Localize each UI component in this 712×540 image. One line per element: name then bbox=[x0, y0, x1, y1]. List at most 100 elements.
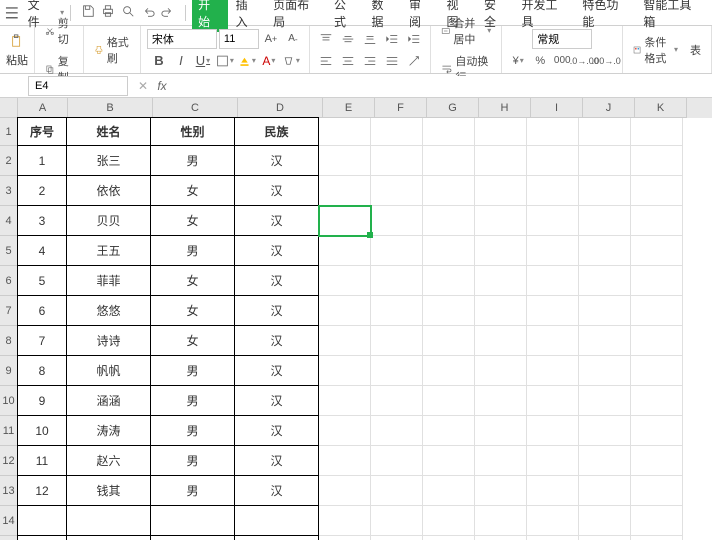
decrease-indent-icon[interactable] bbox=[382, 29, 402, 49]
cell[interactable]: 男 bbox=[150, 385, 235, 416]
col-header-H[interactable]: H bbox=[479, 98, 531, 118]
cell[interactable] bbox=[423, 386, 475, 416]
row-header-10[interactable]: 10 bbox=[0, 386, 18, 416]
cell[interactable] bbox=[631, 536, 683, 540]
cell[interactable] bbox=[319, 236, 371, 266]
row-header-7[interactable]: 7 bbox=[0, 296, 18, 326]
decrease-font-icon[interactable]: A- bbox=[283, 29, 303, 49]
cell[interactable] bbox=[579, 476, 631, 506]
cell[interactable] bbox=[423, 326, 475, 356]
table-style-button[interactable]: 表 bbox=[686, 40, 705, 60]
cell[interactable] bbox=[423, 356, 475, 386]
cell[interactable] bbox=[371, 476, 423, 506]
cell[interactable] bbox=[319, 296, 371, 326]
cell[interactable] bbox=[371, 176, 423, 206]
cell[interactable] bbox=[579, 506, 631, 536]
cell[interactable] bbox=[527, 326, 579, 356]
cell[interactable] bbox=[527, 506, 579, 536]
col-header-C[interactable]: C bbox=[153, 98, 238, 118]
justify-icon[interactable] bbox=[382, 51, 402, 71]
cell[interactable] bbox=[527, 446, 579, 476]
cell[interactable] bbox=[631, 416, 683, 446]
cell[interactable]: 女 bbox=[150, 295, 235, 326]
col-header-J[interactable]: J bbox=[583, 98, 635, 118]
row-header-12[interactable]: 12 bbox=[0, 446, 18, 476]
cell[interactable] bbox=[423, 446, 475, 476]
cell[interactable]: 男 bbox=[150, 475, 235, 506]
cell[interactable] bbox=[423, 296, 475, 326]
cell[interactable] bbox=[475, 416, 527, 446]
cell[interactable]: 汉 bbox=[234, 385, 319, 416]
clear-format-button[interactable]: ▾ bbox=[281, 51, 301, 71]
cell[interactable] bbox=[475, 476, 527, 506]
select-all-corner[interactable] bbox=[0, 98, 18, 118]
row-header-1[interactable]: 1 bbox=[0, 118, 18, 146]
cell[interactable]: 6 bbox=[17, 295, 67, 326]
cell[interactable] bbox=[579, 296, 631, 326]
cell[interactable]: 10 bbox=[17, 415, 67, 446]
font-color-button[interactable]: A▾ bbox=[259, 51, 279, 71]
italic-button[interactable]: I bbox=[171, 51, 191, 71]
cell[interactable] bbox=[579, 386, 631, 416]
cell[interactable]: 1 bbox=[17, 145, 67, 176]
cell[interactable]: 汉 bbox=[234, 445, 319, 476]
cell[interactable] bbox=[631, 506, 683, 536]
cell[interactable] bbox=[631, 176, 683, 206]
cell[interactable]: 汉 bbox=[234, 295, 319, 326]
cell[interactable] bbox=[579, 146, 631, 176]
cell[interactable] bbox=[423, 146, 475, 176]
row-header-15[interactable]: 15 bbox=[0, 536, 18, 540]
cell[interactable]: 男 bbox=[150, 145, 235, 176]
cell[interactable]: 汉 bbox=[234, 175, 319, 206]
row-header-2[interactable]: 2 bbox=[0, 146, 18, 176]
print-icon[interactable] bbox=[101, 4, 115, 21]
cell[interactable] bbox=[423, 176, 475, 206]
cell[interactable] bbox=[579, 236, 631, 266]
number-format-select[interactable] bbox=[532, 29, 592, 49]
cell[interactable]: 汉 bbox=[234, 475, 319, 506]
cell[interactable] bbox=[423, 266, 475, 296]
col-header-G[interactable]: G bbox=[427, 98, 479, 118]
align-top-icon[interactable] bbox=[316, 29, 336, 49]
cell[interactable]: 序号 bbox=[17, 117, 67, 146]
cell[interactable] bbox=[319, 176, 371, 206]
underline-button[interactable]: U▾ bbox=[193, 51, 213, 71]
redo-icon[interactable] bbox=[161, 4, 175, 21]
cell[interactable]: 贝贝 bbox=[66, 205, 151, 236]
cell[interactable] bbox=[371, 536, 423, 540]
cell[interactable] bbox=[319, 326, 371, 356]
cell[interactable] bbox=[423, 476, 475, 506]
cell[interactable] bbox=[579, 446, 631, 476]
bold-button[interactable]: B bbox=[149, 51, 169, 71]
cell[interactable] bbox=[631, 118, 683, 146]
cell[interactable] bbox=[631, 296, 683, 326]
cell[interactable]: 涛涛 bbox=[66, 415, 151, 446]
cell[interactable] bbox=[150, 505, 235, 536]
cell[interactable] bbox=[527, 146, 579, 176]
cell[interactable]: 菲菲 bbox=[66, 265, 151, 296]
row-header-3[interactable]: 3 bbox=[0, 176, 18, 206]
cell[interactable] bbox=[527, 236, 579, 266]
cell[interactable] bbox=[371, 446, 423, 476]
cell[interactable] bbox=[475, 326, 527, 356]
cell[interactable] bbox=[631, 446, 683, 476]
col-header-A[interactable]: A bbox=[18, 98, 68, 118]
cell[interactable]: 钱其 bbox=[66, 475, 151, 506]
orientation-icon[interactable] bbox=[404, 51, 424, 71]
cell[interactable] bbox=[371, 236, 423, 266]
font-name-select[interactable] bbox=[147, 29, 217, 49]
cell[interactable]: 女 bbox=[150, 205, 235, 236]
col-header-F[interactable]: F bbox=[375, 98, 427, 118]
grid[interactable]: 序号姓名性别民族1张三男汉2依依女汉3贝贝女汉4王五男汉5菲菲女汉6悠悠女汉7诗… bbox=[18, 118, 712, 540]
undo-icon[interactable] bbox=[141, 4, 155, 21]
cell[interactable] bbox=[579, 416, 631, 446]
name-box[interactable] bbox=[28, 76, 128, 96]
fill-color-button[interactable]: ▾ bbox=[237, 51, 257, 71]
cancel-fx-icon[interactable]: ✕ bbox=[134, 79, 152, 93]
cell[interactable] bbox=[319, 506, 371, 536]
cell[interactable]: 汉 bbox=[234, 235, 319, 266]
col-header-E[interactable]: E bbox=[323, 98, 375, 118]
cell[interactable]: 张三 bbox=[66, 145, 151, 176]
cell[interactable]: 11 bbox=[17, 445, 67, 476]
preview-icon[interactable] bbox=[121, 4, 135, 21]
